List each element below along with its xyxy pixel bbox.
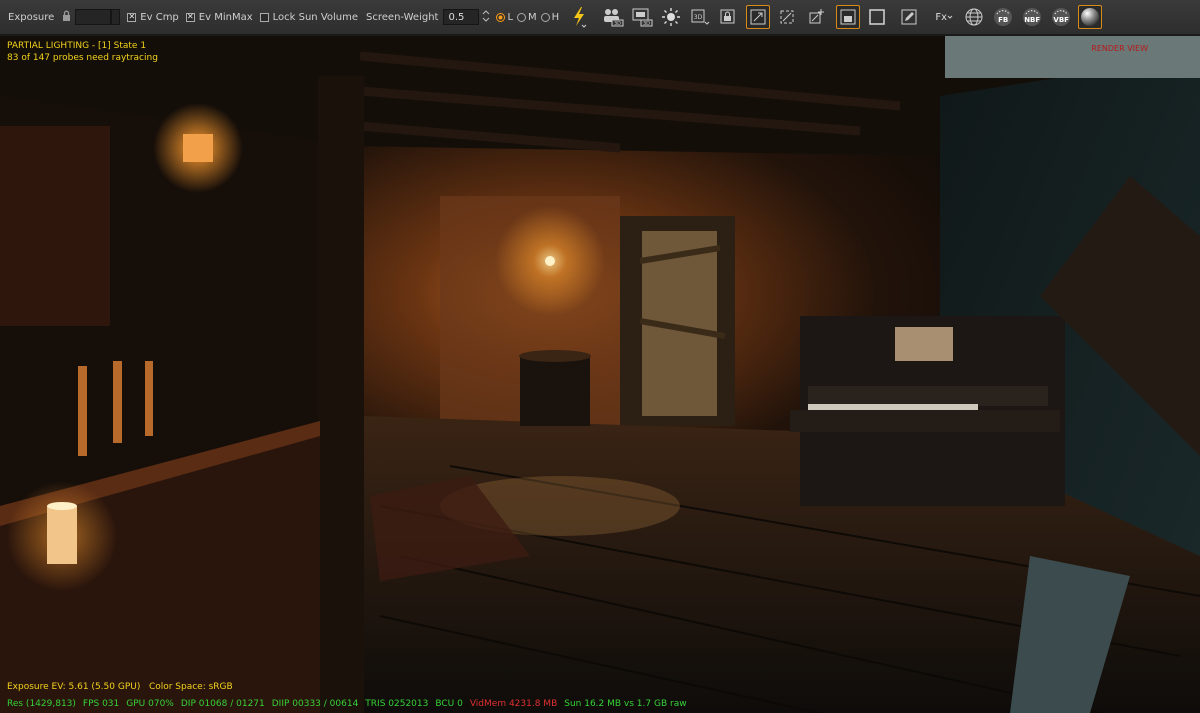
nbf-label: NBF bbox=[1024, 16, 1041, 24]
color-space-text: Color Space: sRGB bbox=[148, 682, 233, 692]
bcu-stat: BCU 0 bbox=[435, 699, 463, 709]
nbf-button[interactable]: NBF bbox=[1020, 5, 1044, 29]
res-stat: Res (1429,813) bbox=[7, 699, 76, 709]
lighting-state-title: PARTIAL LIGHTING - [1] State 1 bbox=[7, 41, 147, 51]
quality-high-radio[interactable] bbox=[540, 12, 550, 22]
quality-high-label: H bbox=[551, 11, 560, 23]
render-viewport[interactable]: PARTIAL LIGHTING - [1] State 1 83 of 147… bbox=[0, 36, 1200, 713]
exposure-ev-text: Exposure EV: 5.61 (5.50 GPU) bbox=[7, 682, 141, 692]
sun-light-icon[interactable] bbox=[659, 5, 683, 29]
lightning-bake-icon[interactable] bbox=[567, 5, 591, 29]
dip-stat: DIP 01068 / 01271 bbox=[180, 699, 265, 709]
add-frame-icon[interactable] bbox=[804, 5, 828, 29]
screen-weight-label: Screen-Weight bbox=[366, 11, 439, 23]
fb-label: FB bbox=[998, 16, 1009, 24]
exposure-label: Exposure bbox=[8, 11, 55, 23]
probes-status: 83 of 147 probes need raytracing bbox=[7, 53, 158, 63]
resize-3d-icon[interactable] bbox=[746, 5, 771, 29]
material-sphere-icon[interactable] bbox=[1078, 5, 1103, 29]
scene-render bbox=[0, 36, 1200, 713]
quality-medium-radio[interactable] bbox=[517, 12, 527, 22]
ev-cmp-checkbox[interactable]: ✕ bbox=[127, 12, 137, 22]
lock-sun-volume-checkbox[interactable] bbox=[259, 12, 269, 22]
render-view-label: RENDER VIEW bbox=[1091, 44, 1148, 53]
svg-text:3D: 3D bbox=[614, 21, 621, 27]
stats-bar: Res (1429,813) FPS 031 GPU 070% DIP 0106… bbox=[7, 698, 687, 710]
lock-3d-icon[interactable] bbox=[717, 5, 741, 29]
lock-icon[interactable] bbox=[62, 10, 71, 24]
frame-square-icon[interactable] bbox=[865, 5, 889, 29]
render-view-icon[interactable] bbox=[836, 5, 861, 29]
people-3d-icon[interactable]: 3D bbox=[601, 5, 625, 29]
vbf-label: VBF bbox=[1053, 16, 1069, 24]
svg-text:3D: 3D bbox=[694, 14, 703, 21]
fps-stat: FPS 031 bbox=[82, 699, 120, 709]
screen-weight-value: 0.5 bbox=[448, 11, 465, 23]
chevron-down-icon bbox=[947, 15, 953, 19]
quality-low-label: L bbox=[507, 11, 514, 23]
gpu-stat: GPU 070% bbox=[126, 699, 174, 709]
screen-weight-spinner[interactable] bbox=[482, 9, 490, 26]
fb-button[interactable]: FB bbox=[991, 5, 1015, 29]
editor-toolbar: Exposure ✕ Ev Cmp ✕ Ev MinMax Lock Sun V… bbox=[0, 0, 1200, 35]
vidmem-stat: VidMem 4231.8 MB bbox=[469, 699, 558, 709]
tris-stat: TRIS 0252013 bbox=[365, 699, 429, 709]
wireframe-sphere-icon[interactable] bbox=[962, 5, 986, 29]
screen-weight-input[interactable]: 0.5 bbox=[443, 9, 480, 25]
exposure-spinner[interactable] bbox=[111, 9, 121, 25]
ev-minmax-checkbox[interactable]: ✕ bbox=[185, 12, 195, 22]
quality-medium-label: M bbox=[528, 11, 537, 23]
ev-cmp-label: Ev Cmp bbox=[140, 11, 179, 23]
vbf-button[interactable]: VBF bbox=[1049, 5, 1073, 29]
box-3d-icon[interactable]: 3D bbox=[688, 5, 712, 29]
ev-minmax-label: Ev MinMax bbox=[198, 11, 253, 23]
screen-3d-icon[interactable]: 3D bbox=[630, 5, 654, 29]
sun-stat: Sun 16.2 MB vs 1.7 GB raw bbox=[564, 699, 687, 709]
exposure-readout: Exposure EV: 5.61 (5.50 GPU) Color Space… bbox=[7, 681, 233, 693]
lock-sun-volume-label: Lock Sun Volume bbox=[272, 11, 359, 23]
svg-text:3D: 3D bbox=[643, 21, 650, 27]
exposure-input[interactable] bbox=[75, 9, 112, 25]
quality-low-radio[interactable] bbox=[496, 12, 506, 22]
fx-label: Fx bbox=[935, 11, 948, 23]
shrink-frame-icon[interactable] bbox=[775, 5, 799, 29]
fx-button[interactable]: Fx bbox=[931, 5, 957, 29]
diip-stat: DIIP 00333 / 00614 bbox=[271, 699, 359, 709]
edit-icon[interactable] bbox=[897, 5, 921, 29]
lighting-status: PARTIAL LIGHTING - [1] State 1 83 of 147… bbox=[7, 40, 158, 64]
